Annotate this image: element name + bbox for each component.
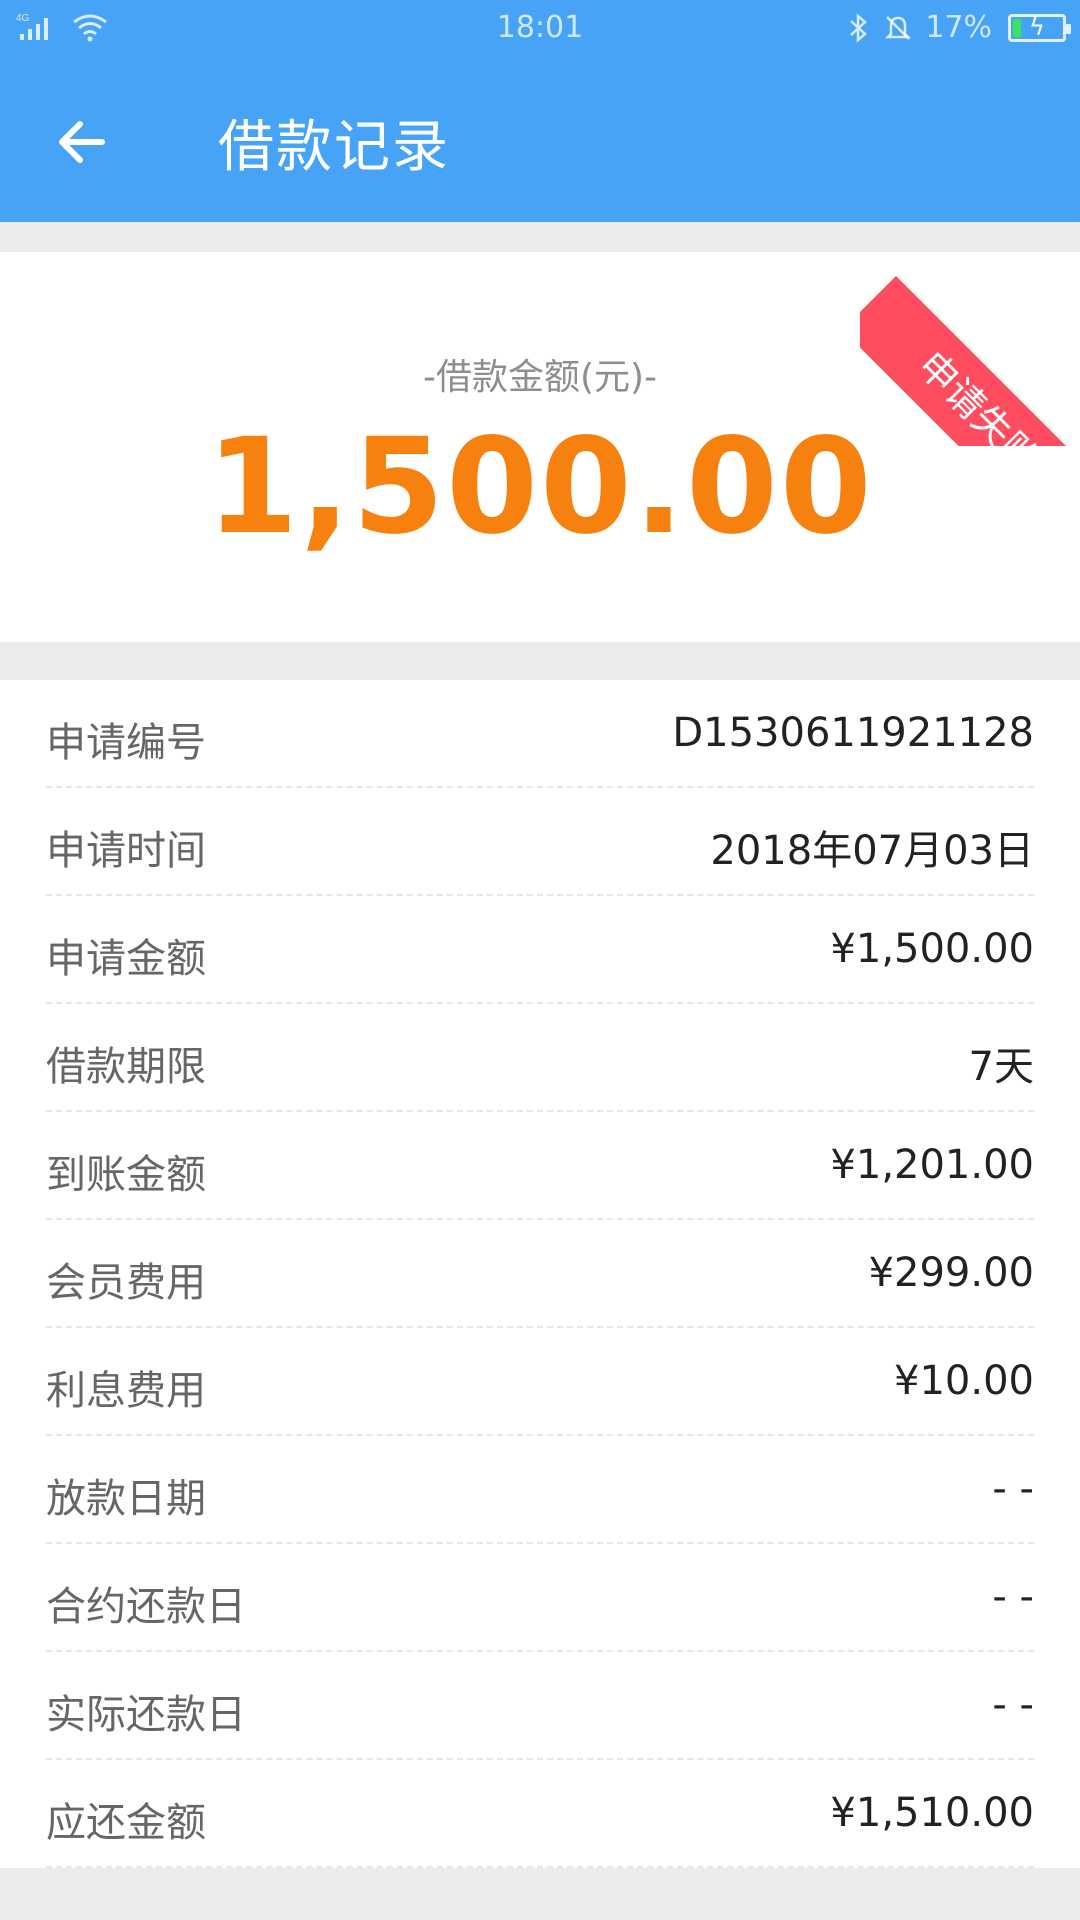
muted-bell-icon [885, 15, 912, 40]
app-header: 借款记录 [0, 62, 1080, 222]
battery-icon: ϟ [1008, 12, 1071, 42]
status-right: 17% ϟ [847, 10, 1071, 45]
detail-value: ¥1,201.00 [830, 1142, 1034, 1188]
detail-label: 放款日期 [46, 1476, 206, 1522]
detail-label: 借款期限 [46, 1044, 206, 1090]
loan-amount-card: -借款金额(元)- 1,500.00 申请失败 [0, 252, 1080, 642]
charging-icon: ϟ [1029, 12, 1045, 41]
detail-value: ¥10.00 [894, 1358, 1034, 1404]
status-ribbon: 申请失败 [860, 276, 1080, 446]
detail-row-membership-fee: 会员费用 ¥299.00 [46, 1220, 1034, 1328]
detail-value: ¥1,510.00 [830, 1790, 1034, 1836]
detail-value: ¥299.00 [868, 1250, 1034, 1296]
detail-value: - - [992, 1682, 1034, 1728]
detail-label: 申请时间 [46, 828, 206, 874]
detail-value: D1530611921128 [672, 710, 1034, 756]
detail-label: 会员费用 [46, 1260, 206, 1306]
detail-value: 2018年07月03日 [710, 828, 1034, 874]
detail-row-received-amount: 到账金额 ¥1,201.00 [46, 1112, 1034, 1220]
detail-label: 应还金额 [46, 1800, 206, 1846]
detail-label: 实际还款日 [46, 1692, 246, 1738]
loan-details-list: 申请编号 D1530611921128 申请时间 2018年07月03日 申请金… [0, 680, 1080, 1868]
detail-value: 7天 [968, 1044, 1034, 1090]
detail-row-actual-repayment-date: 实际还款日 - - [46, 1652, 1034, 1760]
detail-value: - - [992, 1466, 1034, 1512]
status-ribbon-wrapper: 申请失败 [860, 252, 1080, 446]
detail-row-application-number: 申请编号 D1530611921128 [46, 680, 1034, 788]
detail-label: 到账金额 [46, 1152, 206, 1198]
top-bar: 4G 18:01 17% ϟ 借款记录 [0, 0, 1080, 222]
detail-value: - - [992, 1574, 1034, 1620]
detail-row-amount-due: 应还金额 ¥1,510.00 [46, 1760, 1034, 1868]
detail-row-application-time: 申请时间 2018年07月03日 [46, 788, 1034, 896]
detail-label: 申请编号 [46, 720, 206, 766]
detail-row-disbursement-date: 放款日期 - - [46, 1436, 1034, 1544]
page-title: 借款记录 [218, 115, 450, 180]
detail-value: ¥1,500.00 [830, 926, 1034, 972]
battery-level [1013, 18, 1021, 37]
status-bar: 4G 18:01 17% ϟ [0, 0, 1080, 62]
battery-percent: 17% [925, 10, 992, 45]
detail-label: 利息费用 [46, 1368, 206, 1414]
bluetooth-icon [850, 12, 868, 43]
back-arrow-icon[interactable] [52, 110, 116, 174]
detail-row-application-amount: 申请金额 ¥1,500.00 [46, 896, 1034, 1004]
detail-label: 合约还款日 [46, 1584, 246, 1630]
detail-label: 申请金额 [46, 936, 206, 982]
detail-row-contract-repayment-date: 合约还款日 - - [46, 1544, 1034, 1652]
detail-row-interest-fee: 利息费用 ¥10.00 [46, 1328, 1034, 1436]
detail-row-loan-term: 借款期限 7天 [46, 1004, 1034, 1112]
